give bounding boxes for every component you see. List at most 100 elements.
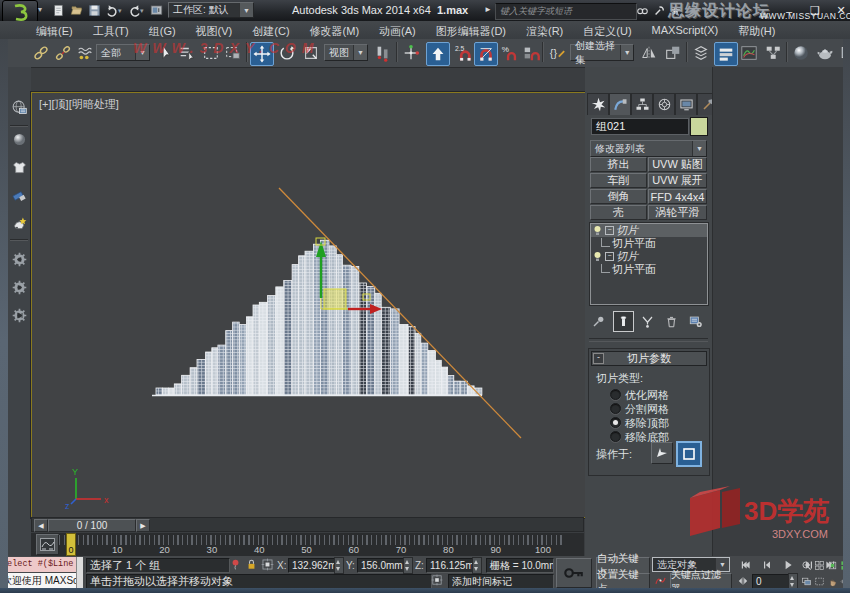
shirt-icon[interactable] (9, 157, 29, 177)
modifier-button-3[interactable]: UVW 展开 (648, 173, 707, 188)
mirror-icon[interactable] (638, 42, 660, 64)
configure-sets-button[interactable] (685, 312, 705, 331)
modifier-list-dropdown[interactable]: 修改器列表▼ (590, 140, 707, 157)
radio-分割网格[interactable] (610, 403, 621, 414)
absolute-mode-icon[interactable] (260, 557, 275, 572)
scene-explorer-icon[interactable] (9, 97, 29, 117)
y-spinner[interactable] (403, 557, 413, 574)
radio-移除顶部[interactable] (610, 417, 621, 428)
set-keys-button[interactable] (556, 558, 592, 588)
schematic-view-icon[interactable] (762, 42, 784, 64)
track-bar[interactable]: 0102030405060708090100 0 (31, 533, 584, 556)
mini-curve-editor-button[interactable] (36, 534, 59, 555)
operate-polygon-button[interactable] (651, 442, 673, 464)
modifier-button-7[interactable]: 涡轮平滑 (648, 205, 707, 220)
x-spinner[interactable] (334, 557, 344, 574)
remove-modifier-button[interactable] (662, 312, 682, 331)
search-input[interactable]: 键入关键字或短语 (495, 3, 637, 20)
frame-marker[interactable]: 0 (66, 533, 76, 556)
time-slider-handle[interactable]: 0 / 100 (48, 519, 136, 532)
menu-7[interactable]: 图形编辑器(D) (426, 21, 516, 39)
show-end-result-button[interactable] (613, 311, 635, 332)
object-color-swatch[interactable] (690, 117, 708, 136)
radio-移除底部[interactable] (610, 431, 621, 442)
add-time-tag[interactable]: 添加时间标记 (448, 574, 554, 589)
menu-0[interactable]: 编辑(E) (26, 21, 83, 39)
set-key-curve-icon[interactable] (652, 573, 668, 588)
modifier-button-4[interactable]: 倒角 (590, 189, 647, 204)
redo-dropdown-arrow[interactable]: ▾ (140, 7, 144, 15)
time-slider-prev-button[interactable]: ◀ (34, 519, 48, 532)
menu-9[interactable]: 自定义(U) (573, 21, 641, 39)
menu-2[interactable]: 组(G) (139, 21, 186, 39)
app-logo-button[interactable] (2, 0, 38, 23)
open-file-button[interactable] (68, 2, 85, 19)
isolate-button[interactable] (800, 574, 813, 588)
menu-11[interactable]: 帮助(H) (728, 21, 785, 39)
material-editor-icon[interactable] (790, 42, 812, 64)
menu-3[interactable]: 视图(V) (186, 21, 243, 39)
menu-4[interactable]: 创建(C) (242, 21, 299, 39)
render-setup-icon[interactable] (814, 42, 836, 64)
tab-modify[interactable] (609, 93, 631, 115)
modifier-button-5[interactable]: FFD 4x4x4 (648, 189, 707, 204)
named-selection-icon[interactable]: {} (546, 42, 568, 64)
align-icon[interactable] (662, 42, 684, 64)
bind-spacewarp-icon[interactable] (74, 42, 96, 64)
maxscript-listener-white[interactable]: 欢迎使用 MAXScr (0, 573, 78, 588)
viewport-label[interactable]: [+][顶][明暗处理] (39, 97, 119, 112)
help-wrench-icon[interactable] (651, 2, 667, 18)
spinner-snap-icon[interactable] (520, 42, 542, 64)
snap-25-icon[interactable]: 2.5 (452, 42, 474, 64)
operate-mesh-button[interactable] (676, 441, 702, 467)
x-field[interactable]: 132.962mm (288, 558, 336, 573)
stack-item[interactable]: 切片平面 (591, 263, 707, 276)
ribbon-toggle-icon[interactable] (714, 42, 738, 66)
menu-6[interactable]: 动画(A) (369, 21, 426, 39)
listener-scrollbar[interactable] (76, 557, 83, 588)
modifier-button-0[interactable]: 挤出 (590, 157, 647, 172)
percent-snap-icon[interactable]: % (498, 42, 520, 64)
ref-coord-dropdown[interactable]: 视图▼ (324, 44, 368, 61)
infocenter-arrow[interactable]: ► (484, 5, 492, 14)
time-slider-next-button[interactable]: ▶ (136, 519, 150, 532)
undo-dropdown-arrow[interactable]: ▾ (118, 7, 122, 15)
menu-10[interactable]: MAXScript(X) (642, 21, 729, 39)
make-unique-button[interactable] (638, 312, 658, 331)
modifier-button-2[interactable]: 车削 (590, 173, 647, 188)
save-file-button[interactable] (86, 2, 103, 19)
use-pivot-icon[interactable] (372, 42, 394, 64)
modifier-button-6[interactable]: 壳 (590, 205, 647, 220)
maxscript-listener-pink[interactable]: select #($Line (0, 557, 78, 572)
pan-button[interactable] (826, 574, 839, 588)
play-gear-icon[interactable] (9, 277, 29, 297)
rollout-header[interactable]: 切片参数 (591, 351, 707, 366)
search-button[interactable] (634, 2, 650, 18)
angle-snap-icon[interactable] (474, 42, 498, 66)
unlink-icon[interactable] (52, 42, 74, 64)
z-field[interactable]: 116.125mm (426, 558, 474, 573)
region-zoom-button[interactable] (813, 574, 826, 588)
cow-icon[interactable] (9, 213, 29, 233)
select-link-icon[interactable] (30, 42, 52, 64)
curve-editor-icon[interactable] (738, 42, 760, 64)
named-selection-dropdown[interactable]: 创建选择集▼ (570, 44, 634, 61)
object-name-field[interactable]: 组021 (591, 118, 689, 135)
selection-lock-icon[interactable] (244, 557, 259, 572)
radio-优化网格[interactable] (610, 389, 621, 400)
key-mode-toggle[interactable] (736, 574, 750, 588)
pin-stack-button[interactable] (589, 312, 609, 331)
viewport-top[interactable]: [+][顶][明暗处理] Yxz (31, 92, 586, 518)
time-tag-icon[interactable] (430, 573, 444, 587)
stack-item[interactable]: 切片平面 (591, 237, 707, 250)
prev-gear-icon[interactable] (9, 249, 29, 269)
material-sphere-icon[interactable] (9, 129, 29, 149)
notification-balloon-icon[interactable] (228, 557, 243, 572)
logo-dropdown-arrow[interactable]: ▾ (38, 5, 42, 14)
tab-create[interactable] (587, 93, 609, 115)
y-field[interactable]: 156.0mm (357, 558, 405, 573)
menu-1[interactable]: 工具(T) (83, 21, 139, 39)
layer-manager-icon[interactable] (690, 42, 712, 64)
tab-display[interactable] (675, 93, 697, 115)
manipulate-icon[interactable] (400, 42, 422, 64)
